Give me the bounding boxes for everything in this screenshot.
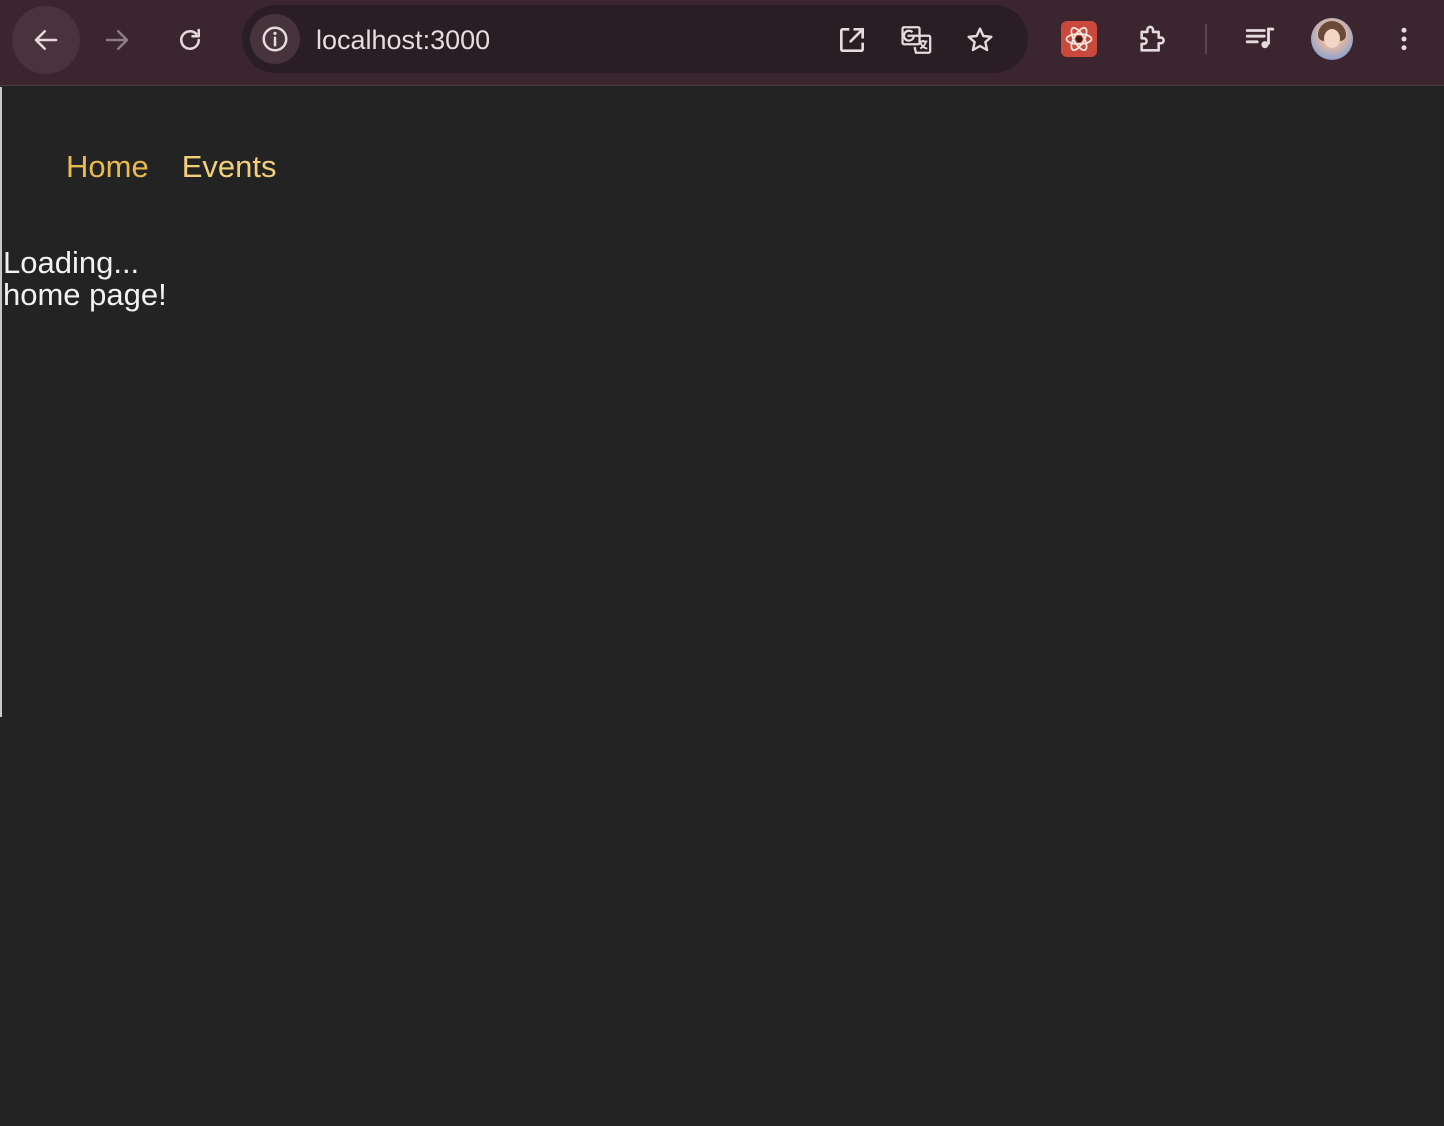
open-in-app-button[interactable] xyxy=(834,22,870,58)
extensions-button[interactable] xyxy=(1134,20,1172,58)
forward-button[interactable] xyxy=(83,6,151,74)
nav-link-events[interactable]: Events xyxy=(182,150,277,184)
loading-text: Loading... xyxy=(3,245,140,280)
address-bar[interactable]: localhost:3000 xyxy=(242,5,1028,73)
browser-menu-button[interactable] xyxy=(1385,20,1423,58)
info-icon xyxy=(262,26,288,52)
nav-link-home[interactable]: Home xyxy=(66,150,149,184)
media-controls-button[interactable] xyxy=(1241,20,1279,58)
star-icon xyxy=(967,27,993,52)
arrow-right-icon xyxy=(105,30,129,50)
site-info-button[interactable] xyxy=(250,14,300,64)
puzzle-icon xyxy=(1140,25,1165,52)
url-text[interactable]: localhost:3000 xyxy=(316,25,490,55)
react-devtools-extension[interactable] xyxy=(1061,21,1097,57)
left-edge-line xyxy=(0,87,2,717)
react-atom-icon xyxy=(1065,27,1093,51)
bookmark-button[interactable] xyxy=(962,22,998,58)
main-content: Loading... home page! xyxy=(3,247,167,311)
open-external-icon xyxy=(840,28,864,52)
profile-avatar[interactable] xyxy=(1311,18,1353,60)
reload-icon xyxy=(180,28,200,50)
arrow-left-icon xyxy=(34,30,58,50)
page-viewport: Home Events Loading... home page! xyxy=(0,87,1444,1126)
toolbar-divider xyxy=(1205,24,1207,54)
media-queue-icon xyxy=(1245,27,1275,49)
home-page-text: home page! xyxy=(3,277,167,312)
kebab-menu-icon xyxy=(1401,27,1407,51)
translate-icon xyxy=(901,26,932,54)
avatar-face xyxy=(1324,29,1340,48)
main-nav: Home Events xyxy=(66,150,276,184)
browser-toolbar: localhost:3000 xyxy=(0,0,1444,86)
back-button[interactable] xyxy=(12,6,80,74)
reload-button[interactable] xyxy=(156,6,224,74)
translate-button[interactable] xyxy=(898,22,934,58)
